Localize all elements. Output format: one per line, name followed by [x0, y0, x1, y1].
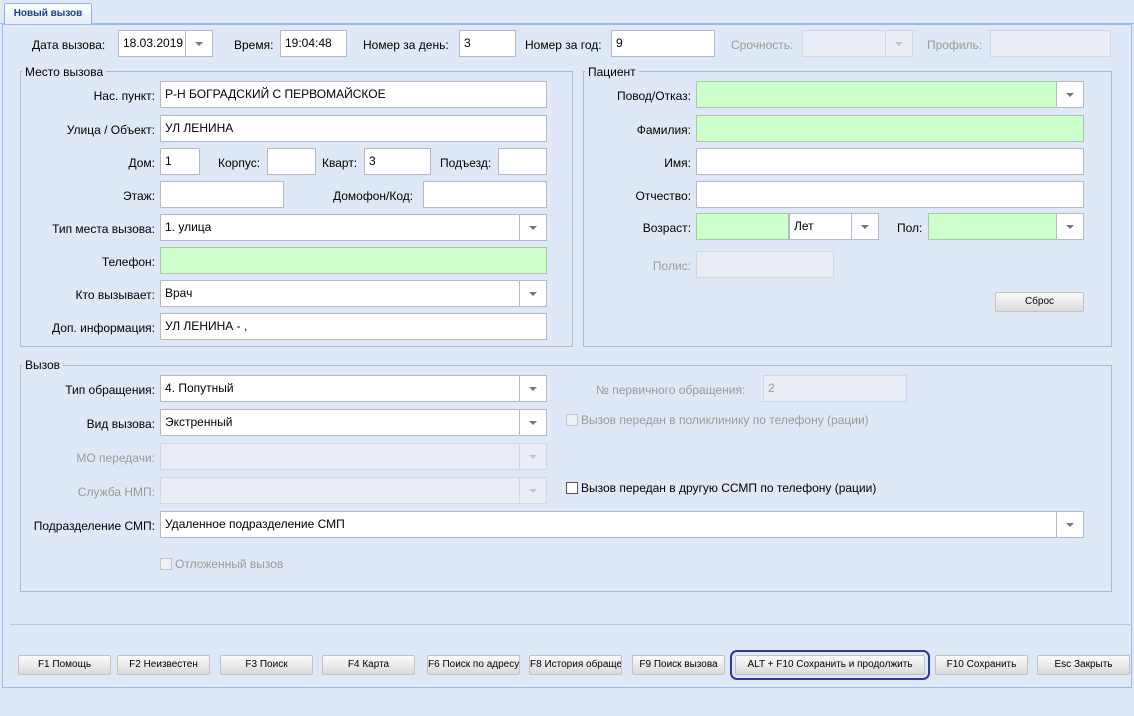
place-type-dropdown-trigger[interactable] [520, 214, 547, 241]
caller-label: Кто вызывает: [75, 288, 155, 302]
profile-label: Профиль: [927, 38, 983, 52]
date-label: Дата вызова: [32, 38, 106, 52]
call-kind-label: Вид вызова: [86, 417, 155, 431]
phone-field[interactable] [160, 247, 547, 274]
appeal-history-button[interactable]: F8 История обращений [529, 655, 622, 675]
sex-label: Пол: [897, 221, 923, 235]
building-field[interactable] [267, 148, 316, 175]
unknown-button[interactable]: F2 Неизвестен [117, 655, 210, 675]
intercom-label: Домофон/Код: [333, 189, 414, 203]
date-field[interactable]: 18.03.2019 [118, 30, 186, 57]
reset-button[interactable]: Сброс [995, 292, 1084, 312]
reason-select[interactable] [696, 81, 1057, 108]
patient-legend: Пациент [585, 65, 639, 79]
apartment-label: Кварт: [322, 156, 358, 170]
patronymic-field[interactable] [696, 181, 1084, 208]
urgency-select[interactable] [802, 30, 886, 57]
apartment-field[interactable]: 3 [364, 148, 431, 175]
year-number-field[interactable]: 9 [611, 30, 715, 57]
extra-info-label: Доп. информация: [52, 321, 155, 335]
appeal-type-label: Тип обращения: [65, 383, 155, 397]
time-label: Время: [234, 38, 274, 52]
age-label: Возраст: [642, 221, 691, 235]
entrance-field[interactable] [498, 148, 547, 175]
entrance-label: Подъезд: [440, 156, 492, 170]
extra-info-field[interactable]: УЛ ЛЕНИНА - , [160, 313, 547, 340]
smp-division-dropdown-trigger[interactable] [1057, 511, 1084, 538]
call-kind-select[interactable]: Экстренный [160, 409, 520, 436]
name-field[interactable] [696, 148, 1084, 175]
time-field[interactable]: 19:04:48 [280, 30, 347, 57]
caller-dropdown-trigger[interactable] [520, 280, 547, 307]
policy-label: Полис: [652, 259, 691, 273]
nmp-service-dropdown-trigger[interactable] [520, 477, 547, 504]
floor-label: Этаж: [122, 189, 155, 203]
search-button[interactable]: F3 Поиск [220, 655, 313, 675]
smp-division-select[interactable]: Удаленное подразделение СМП [160, 511, 1057, 538]
surname-field[interactable] [696, 115, 1084, 142]
building-label: Корпус: [218, 156, 261, 170]
year-number-label: Номер за год: [525, 38, 602, 52]
help-button[interactable]: F1 Помощь [18, 655, 111, 675]
street-field[interactable]: УЛ ЛЕНИНА [160, 115, 547, 142]
call-place-legend: Место вызова [22, 65, 107, 79]
patronymic-label: Отчество: [635, 189, 692, 203]
clinic-transfer-checkbox[interactable] [566, 414, 578, 426]
toolbar-divider [10, 624, 1130, 625]
age-unit-select[interactable]: Лет [789, 213, 852, 240]
map-button[interactable]: F4 Карта [322, 655, 415, 675]
call-legend: Вызов [22, 358, 64, 372]
mo-transfer-select[interactable] [160, 443, 520, 470]
primary-appeal-number-field[interactable]: 2 [763, 375, 907, 402]
settlement-label: Нас. пункт: [93, 89, 155, 103]
other-ssmp-label: Вызов передан в другую ССМП по телефону … [581, 481, 877, 495]
intercom-field[interactable] [423, 181, 547, 208]
other-ssmp-checkbox[interactable] [566, 482, 578, 494]
call-kind-dropdown-trigger[interactable] [520, 409, 547, 436]
day-number-field[interactable]: 3 [459, 30, 516, 57]
urgency-dropdown-trigger[interactable] [886, 30, 913, 57]
policy-field[interactable] [696, 251, 834, 278]
nmp-service-label: Служба НМП: [77, 485, 155, 499]
nmp-service-select[interactable] [160, 477, 520, 504]
street-label: Улица / Объект: [66, 123, 155, 137]
reason-label: Повод/Отказ: [616, 89, 691, 103]
save-button[interactable]: F10 Сохранить [935, 655, 1028, 675]
house-field[interactable]: 1 [160, 148, 200, 175]
caller-select[interactable]: Врач [160, 280, 520, 307]
surname-label: Фамилия: [636, 123, 691, 137]
settlement-field[interactable]: Р-Н БОГРАДСКИЙ С ПЕРВОМАЙСКОЕ [160, 81, 547, 108]
age-unit-dropdown-trigger[interactable] [852, 213, 879, 240]
appeal-type-dropdown-trigger[interactable] [520, 375, 547, 402]
house-label: Дом: [128, 156, 155, 170]
profile-field[interactable] [990, 30, 1111, 57]
urgency-label: Срочность: [731, 38, 794, 52]
mo-transfer-dropdown-trigger[interactable] [520, 443, 547, 470]
age-field[interactable] [696, 213, 789, 240]
sex-dropdown-trigger[interactable] [1057, 213, 1084, 240]
floor-field[interactable] [160, 181, 284, 208]
day-number-label: Номер за день: [363, 38, 449, 52]
place-type-label: Тип места вызова: [52, 222, 155, 236]
call-search-button[interactable]: F9 Поиск вызова [632, 655, 725, 675]
save-and-continue-button[interactable]: ALT + F10 Сохранить и продолжить [730, 650, 930, 680]
clinic-transfer-label: Вызов передан в поликлинику по телефону … [581, 413, 869, 427]
reason-dropdown-trigger[interactable] [1057, 81, 1084, 108]
tab-strip: Новый вызов [0, 0, 1134, 25]
smp-division-label: Подразделение СМП: [33, 519, 155, 533]
name-label: Имя: [664, 156, 691, 170]
sex-select[interactable] [928, 213, 1057, 240]
close-button[interactable]: Esc Закрыть [1037, 655, 1130, 675]
address-search-button[interactable]: F6 Поиск по адресу [427, 655, 520, 675]
postponed-call-label: Отложенный вызов [175, 557, 284, 571]
date-picker-trigger[interactable] [186, 30, 213, 57]
tab-new-call[interactable]: Новый вызов [4, 3, 92, 25]
postponed-call-checkbox[interactable] [160, 558, 172, 570]
place-type-select[interactable]: 1. улица [160, 214, 520, 241]
appeal-type-select[interactable]: 4. Попутный [160, 375, 520, 402]
mo-transfer-label: МО передачи: [76, 451, 155, 465]
primary-appeal-number-label: № первичного обращения: [596, 383, 746, 397]
phone-label: Телефон: [101, 255, 155, 269]
